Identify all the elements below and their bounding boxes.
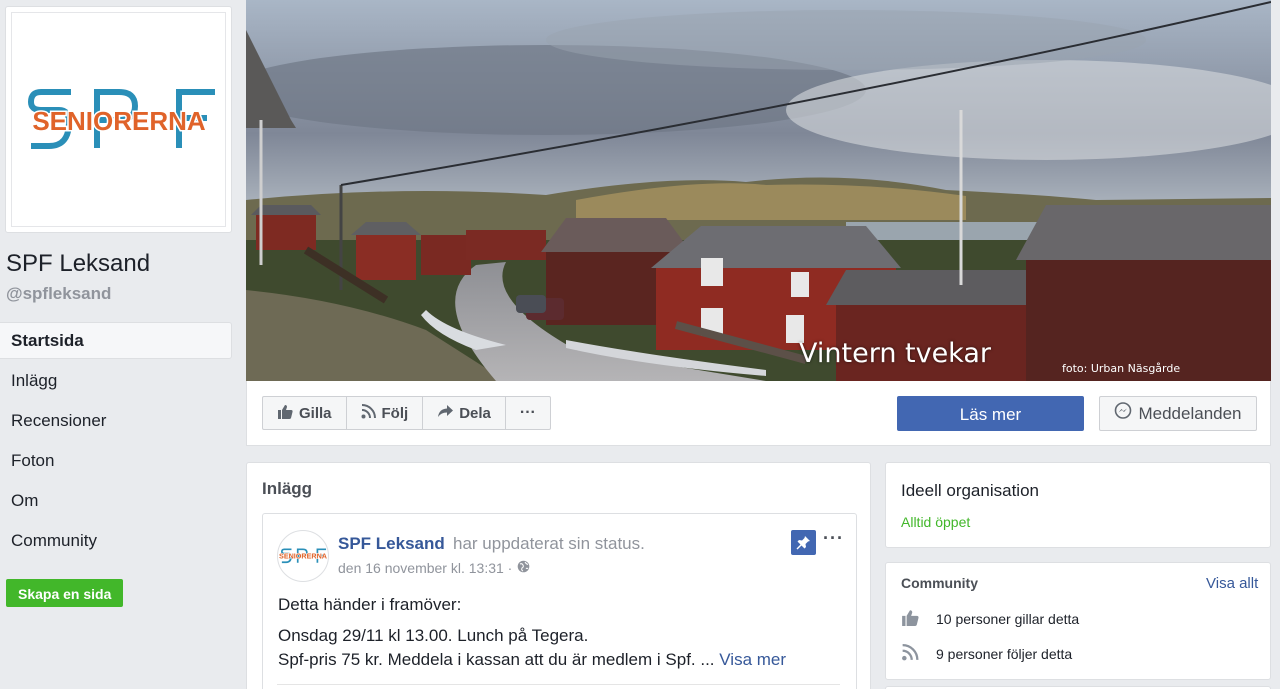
share-label: Dela bbox=[459, 404, 491, 422]
likes-count-text: 10 personer gillar detta bbox=[936, 611, 1080, 627]
cover-caption: Vintern tvekar bbox=[799, 338, 991, 369]
page-actions: Gilla Följ Dela ··· bbox=[262, 396, 551, 430]
opening-hours: Alltid öppet bbox=[901, 514, 971, 530]
cover-photo[interactable]: Vintern tvekar foto: Urban Näsgårde bbox=[246, 0, 1271, 381]
more-dots-icon: ··· bbox=[519, 404, 536, 421]
profile-picture[interactable]: SENIORERNA bbox=[5, 6, 232, 233]
page-handle[interactable]: @spfleksand bbox=[6, 284, 111, 304]
sidebar-item-inlagg[interactable]: Inlägg bbox=[0, 362, 232, 402]
messenger-icon bbox=[1114, 402, 1132, 425]
avatar[interactable]: SENIORERNA bbox=[277, 530, 329, 582]
posts-heading: Inlägg bbox=[262, 479, 313, 498]
share-button[interactable]: Dela bbox=[423, 397, 506, 429]
spf-logo-icon: SENIORERNA bbox=[27, 88, 215, 149]
post-line-1: Detta händer i framöver: bbox=[278, 595, 462, 614]
share-arrow-icon bbox=[437, 404, 454, 422]
community-likes-row: 10 personer gillar detta bbox=[901, 609, 1079, 629]
sidebar-item-community[interactable]: Community bbox=[0, 522, 232, 562]
svg-text:SENIORERNA: SENIORERNA bbox=[279, 551, 327, 560]
thumbs-up-icon bbox=[277, 404, 293, 423]
follows-count-text: 9 personer följer detta bbox=[936, 646, 1073, 662]
rss-icon bbox=[901, 644, 919, 664]
see-more-link[interactable]: Visa mer bbox=[719, 650, 786, 669]
cover-credit: foto: Urban Näsgårde bbox=[1062, 362, 1181, 375]
follow-label: Följ bbox=[381, 404, 409, 422]
pin-icon[interactable] bbox=[791, 530, 816, 555]
spf-logo-icon: SENIORERNA bbox=[279, 548, 327, 564]
like-label: Gilla bbox=[299, 404, 332, 422]
rss-icon bbox=[361, 403, 376, 423]
community-follows-row: 9 personer följer detta bbox=[901, 644, 1072, 664]
post-line-2: Onsdag 29/11 kl 13.00. Lunch på Tegera. bbox=[278, 626, 589, 645]
page-category[interactable]: Ideell organisation bbox=[901, 481, 1039, 501]
page-action-bar: Gilla Följ Dela ··· Läs mer Meddelanden bbox=[246, 381, 1271, 446]
like-button[interactable]: Gilla bbox=[263, 397, 347, 429]
sidebar-item-om[interactable]: Om bbox=[0, 482, 232, 522]
read-more-button[interactable]: Läs mer bbox=[897, 396, 1084, 431]
post-author-link[interactable]: SPF Leksand bbox=[338, 534, 445, 554]
posts-section: Inlägg SENIORERNA SPF Leksand har uppdat… bbox=[246, 462, 871, 689]
globe-icon bbox=[517, 560, 530, 576]
more-options-button[interactable]: ··· bbox=[506, 397, 550, 429]
messages-button[interactable]: Meddelanden bbox=[1099, 396, 1257, 431]
svg-text:SENIORERNA: SENIORERNA bbox=[32, 106, 206, 136]
post-options-icon[interactable]: ··· bbox=[823, 528, 844, 549]
post-body: Detta händer i framöver: Onsdag 29/11 kl… bbox=[278, 593, 786, 679]
sidebar-nav: Startsida Inlägg Recensioner Foton Om Co… bbox=[0, 322, 232, 562]
community-card: Community Visa allt 10 personer gillar d… bbox=[885, 562, 1271, 680]
post-date-text: den 16 november kl. 13:31 · bbox=[338, 560, 513, 576]
create-page-button[interactable]: Skapa en sida bbox=[6, 579, 124, 607]
post-action-text: har uppdaterat sin status. bbox=[453, 534, 645, 553]
sidebar-item-foton[interactable]: Foton bbox=[0, 442, 232, 482]
follow-button[interactable]: Följ bbox=[347, 397, 424, 429]
left-column: SENIORERNA SPF Leksand @spfleksand Start… bbox=[0, 0, 238, 689]
view-all-link[interactable]: Visa allt bbox=[1206, 575, 1258, 592]
post-line-3-text: Spf-pris 75 kr. Meddela i kassan att du … bbox=[278, 650, 715, 669]
post-line-3: Spf-pris 75 kr. Meddela i kassan att du … bbox=[278, 648, 786, 672]
profile-logo: SENIORERNA bbox=[11, 12, 226, 227]
cover-image bbox=[246, 0, 1271, 381]
sidebar-item-startsida[interactable]: Startsida bbox=[0, 322, 232, 359]
post-timestamp[interactable]: den 16 november kl. 13:31 · bbox=[338, 560, 530, 576]
about-card: Ideell organisation Alltid öppet bbox=[885, 462, 1271, 548]
post-divider bbox=[277, 684, 840, 685]
post-card: SENIORERNA SPF Leksand har uppdaterat si… bbox=[262, 513, 857, 689]
sidebar-item-recensioner[interactable]: Recensioner bbox=[0, 402, 232, 442]
messages-label: Meddelanden bbox=[1138, 403, 1242, 423]
community-heading: Community bbox=[901, 575, 978, 591]
thumbs-up-icon bbox=[901, 609, 919, 629]
page-title[interactable]: SPF Leksand bbox=[6, 250, 150, 278]
